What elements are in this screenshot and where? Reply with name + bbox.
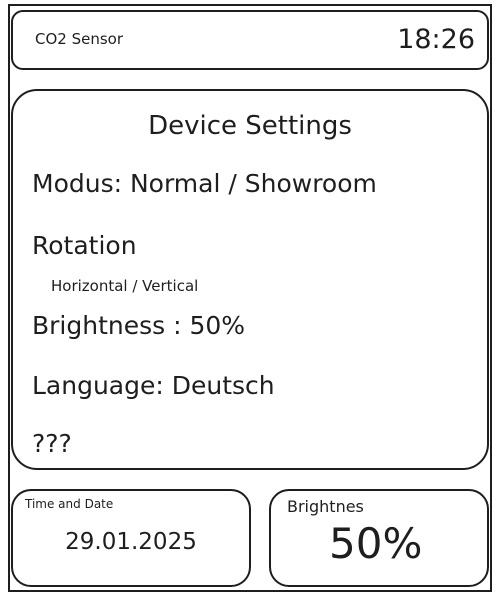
other-setting[interactable]: ??? <box>32 429 72 458</box>
time-date-card: Time and Date 29.01.2025 <box>11 489 251 587</box>
brightness-value: 50% <box>329 519 423 568</box>
device-settings-panel: Device Settings Modus: Normal / Showroom… <box>11 89 489 470</box>
brightness-setting[interactable]: Brightness : 50% <box>32 311 245 340</box>
date-value: 29.01.2025 <box>65 529 197 555</box>
app-title: CO2 Sensor <box>35 30 124 48</box>
language-setting[interactable]: Language: Deutsch <box>32 371 275 400</box>
status-header: CO2 Sensor 18:26 <box>11 10 489 70</box>
modus-setting[interactable]: Modus: Normal / Showroom <box>32 169 377 198</box>
panel-title: Device Settings <box>148 111 352 141</box>
time-date-label: Time and Date <box>25 497 114 511</box>
brightness-card: Brightnes 50% <box>269 489 489 587</box>
clock: 18:26 <box>397 24 475 55</box>
rotation-options[interactable]: Horizontal / Vertical <box>51 277 198 295</box>
rotation-setting[interactable]: Rotation <box>32 231 137 260</box>
brightness-label: Brightnes <box>287 497 364 516</box>
